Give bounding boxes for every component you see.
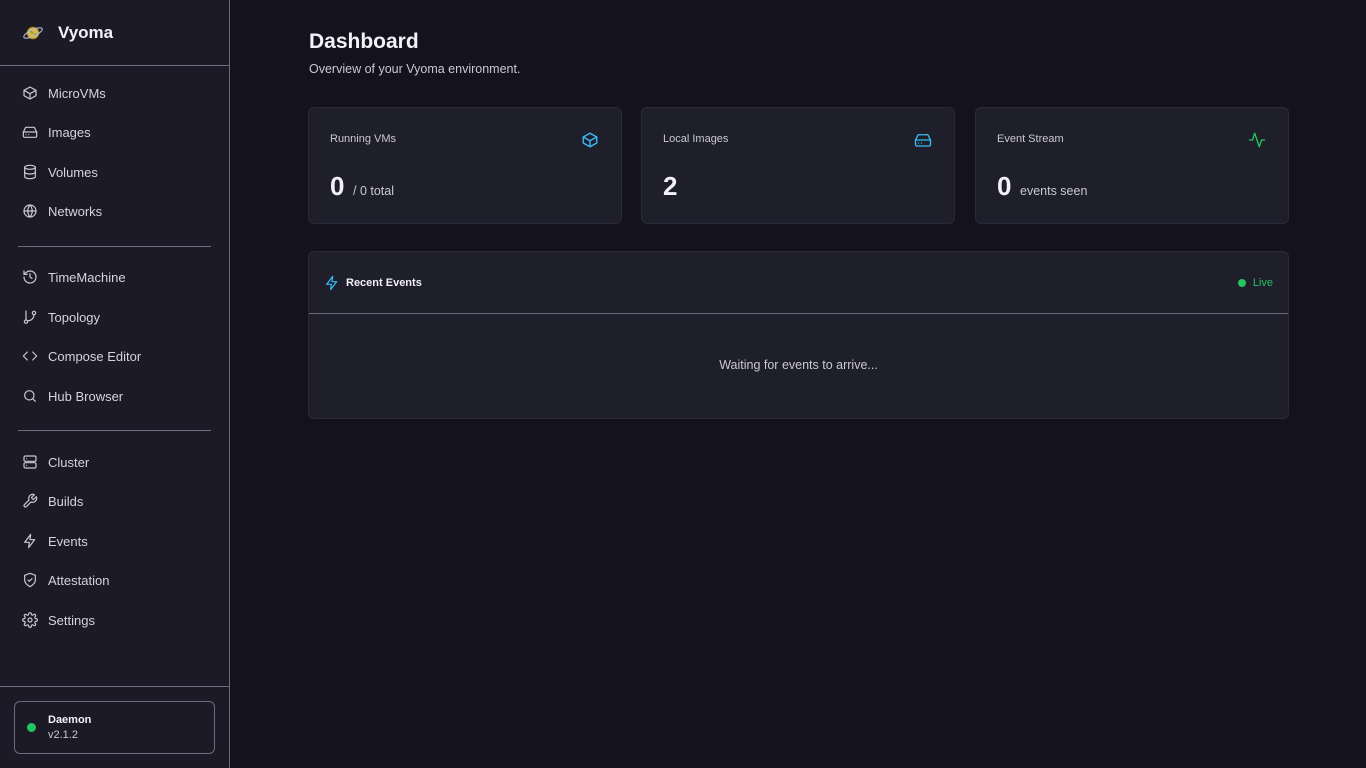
search-icon [21,388,38,405]
sidebar-divider [18,430,211,431]
box-icon [21,85,38,102]
daemon-version: v2.1.2 [48,729,78,741]
hard-drive-icon [21,124,38,141]
sidebar-item-label: Networks [48,203,103,219]
brand[interactable]: Vyoma [0,0,229,66]
server-icon [21,454,38,471]
sidebar-item-cluster[interactable]: Cluster [0,447,229,477]
sidebar-item-networks[interactable]: Networks [0,196,229,226]
stat-suffix: events seen [1020,184,1088,198]
empty-state-message: Waiting for events to arrive... [719,358,878,372]
shield-check-icon [21,572,38,589]
sidebar-item-label: Builds [48,493,84,509]
stat-value: 0 [330,171,345,201]
sidebar-item-label: Cluster [48,454,90,470]
sidebar: Vyoma MicroVMs Images Volumes Networks T… [0,0,230,768]
stat-card-running-vms[interactable]: Running VMs 0 / 0 total [308,107,622,224]
sidebar-item-images[interactable]: Images [0,117,229,147]
sidebar-item-label: Events [48,533,88,549]
database-icon [21,164,38,181]
sidebar-divider [18,246,211,247]
hard-drive-icon [914,131,932,149]
status-dot [27,723,36,732]
recent-events-title: Recent Events [346,276,422,289]
stat-card-local-images[interactable]: Local Images 2 [641,107,955,224]
stat-value: 2 [663,171,678,201]
recent-events-panel: Recent Events Live Waiting for events to… [308,251,1289,419]
sidebar-item-events[interactable]: Events [0,526,229,556]
code-icon [21,348,38,365]
planet-logo-icon [22,22,44,44]
daemon-status-card[interactable]: Daemon v2.1.2 [14,701,215,754]
page-subtitle: Overview of your Vyoma environment. [309,62,521,76]
zap-icon [324,275,340,291]
sidebar-item-label: Settings [48,612,95,628]
sidebar-item-label: MicroVMs [48,85,106,101]
gear-icon [21,612,38,629]
stat-label: Local Images [663,133,729,145]
sidebar-footer-divider [0,686,229,687]
sidebar-item-label: Compose Editor [48,348,142,364]
page-title: Dashboard [309,30,419,53]
stat-value: 0 [997,171,1012,201]
git-branch-icon [21,309,38,326]
sidebar-item-label: Attestation [48,572,110,588]
daemon-name: Daemon [48,714,92,726]
zap-icon [21,533,38,550]
sidebar-item-microvms[interactable]: MicroVMs [0,78,229,108]
sidebar-item-label: Topology [48,309,101,325]
history-icon [21,269,38,286]
sidebar-item-builds[interactable]: Builds [0,486,229,516]
sidebar-item-label: TimeMachine [48,269,126,285]
sidebar-item-hub-browser[interactable]: Hub Browser [0,381,229,411]
sidebar-item-label: Hub Browser [48,388,124,404]
sidebar-item-label: Volumes [48,164,98,180]
sidebar-item-compose-editor[interactable]: Compose Editor [0,341,229,371]
stat-card-event-stream[interactable]: Event Stream 0 events seen [975,107,1289,224]
box-icon [581,131,599,149]
recent-events-header: Recent Events Live [309,252,1288,314]
live-dot [1237,279,1246,287]
stat-label: Running VMs [330,133,397,145]
sidebar-item-attestation[interactable]: Attestation [0,565,229,595]
globe-icon [21,203,38,220]
sidebar-item-volumes[interactable]: Volumes [0,157,229,187]
stat-label: Event Stream [997,133,1064,145]
sidebar-item-timemachine[interactable]: TimeMachine [0,262,229,292]
sidebar-item-label: Images [48,124,91,140]
live-indicator: Live [1237,252,1273,314]
app-name: Vyoma [58,22,114,42]
activity-icon [1248,131,1266,149]
sidebar-item-topology[interactable]: Topology [0,302,229,332]
wrench-icon [21,493,38,510]
live-label: Live [1252,277,1273,289]
sidebar-item-settings[interactable]: Settings [0,605,229,635]
stat-suffix: / 0 total [353,184,394,198]
